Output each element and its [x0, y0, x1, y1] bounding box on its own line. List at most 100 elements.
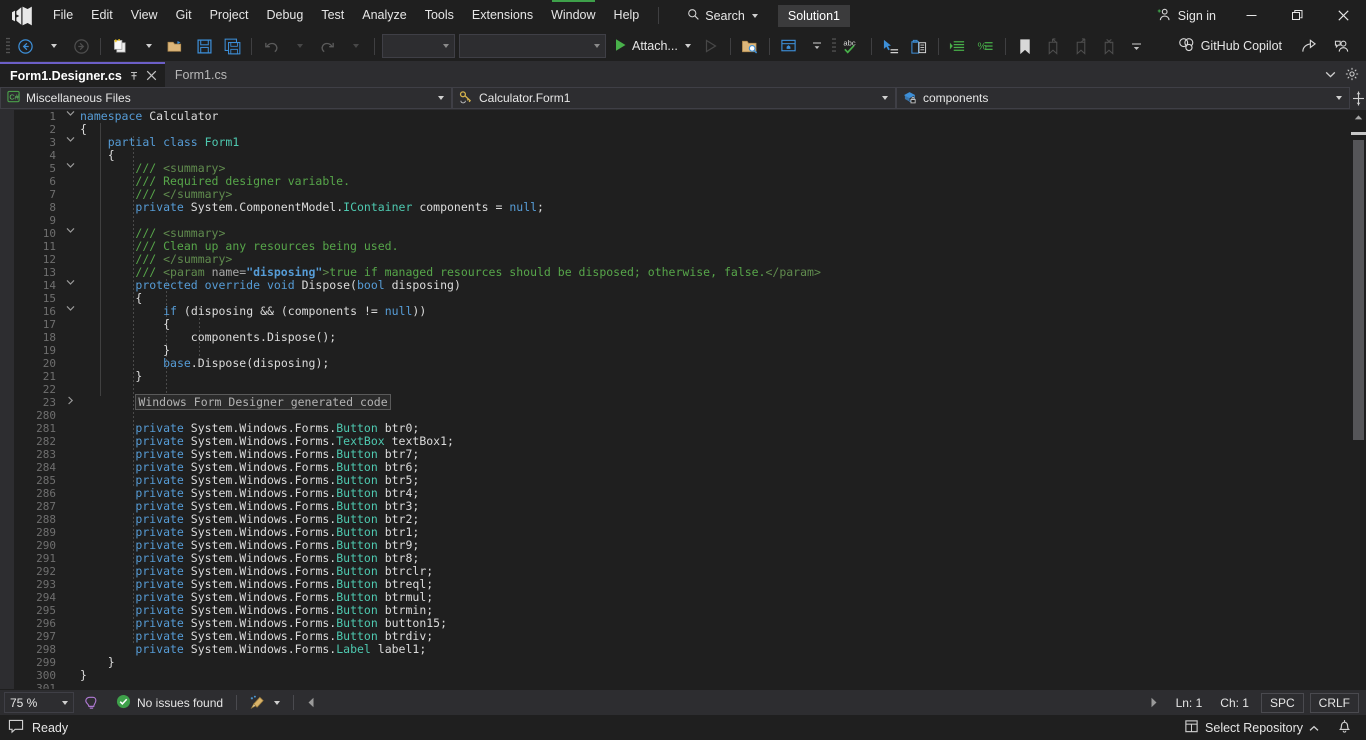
split-editor-button[interactable]: [1350, 87, 1366, 109]
fold-expand-icon[interactable]: [62, 396, 78, 411]
code-line[interactable]: 16 if (disposing && (components != null)…: [14, 305, 1366, 319]
redo-dropdown[interactable]: [341, 34, 369, 58]
search-input[interactable]: Search: [679, 5, 766, 27]
redo-button[interactable]: [313, 34, 341, 58]
menu-item-file[interactable]: File: [44, 0, 82, 31]
editor-vertical-scrollbar[interactable]: [1351, 110, 1366, 689]
window-layout-button[interactable]: [775, 34, 803, 58]
menu-item-window[interactable]: Window: [542, 0, 604, 31]
toggle-bookmark-button[interactable]: [1011, 34, 1039, 58]
platform-combo[interactable]: [459, 34, 606, 58]
menu-item-analyze[interactable]: Analyze: [353, 0, 415, 31]
navigate-forward-button[interactable]: [67, 34, 95, 58]
fold-collapse-icon[interactable]: [62, 162, 78, 175]
code-line[interactable]: 1 namespace Calculator: [14, 110, 1366, 123]
close-button[interactable]: [1320, 0, 1366, 31]
code-line[interactable]: 300}: [14, 669, 1366, 683]
feedback-button[interactable]: [74, 690, 107, 715]
find-in-folder-button[interactable]: [736, 34, 764, 58]
toolbar-grip[interactable]: [4, 36, 11, 56]
window-layout-dropdown[interactable]: [803, 34, 831, 58]
comment-out-button[interactable]: %: [972, 34, 1000, 58]
code-line[interactable]: 14 protected override void Dispose(bool …: [14, 279, 1366, 293]
sign-in-button[interactable]: Sign in: [1145, 0, 1228, 31]
menu-item-project[interactable]: Project: [201, 0, 258, 31]
code-line[interactable]: 18 components.Dispose();: [14, 331, 1366, 345]
code-cleanup-button[interactable]: [241, 690, 289, 715]
close-icon[interactable]: [146, 70, 157, 81]
github-copilot-button[interactable]: GitHub Copilot: [1172, 34, 1288, 58]
column-indicator[interactable]: Ch: 1: [1211, 690, 1258, 715]
notifications-button[interactable]: [1333, 715, 1356, 740]
configuration-combo[interactable]: [382, 34, 455, 58]
fold-collapse-icon[interactable]: [62, 136, 78, 149]
menu-item-tools[interactable]: Tools: [416, 0, 463, 31]
scroll-up-button[interactable]: [1351, 110, 1366, 125]
fold-collapse-icon[interactable]: [62, 110, 78, 123]
previous-bookmark-button[interactable]: [1039, 34, 1067, 58]
navigate-back-dropdown[interactable]: [39, 34, 67, 58]
editor-settings-button[interactable]: [1342, 63, 1362, 85]
increase-indent-button[interactable]: [944, 34, 972, 58]
fold-collapse-icon[interactable]: [62, 305, 78, 318]
attach-debugger-button[interactable]: Attach...: [608, 34, 697, 58]
navbar-member-dropdown[interactable]: components: [896, 87, 1350, 109]
clipboard-button[interactable]: [905, 34, 933, 58]
line-ending-mode[interactable]: CRLF: [1309, 692, 1359, 713]
minimize-button[interactable]: [1228, 0, 1274, 31]
toolbar-overflow-button[interactable]: [1123, 34, 1151, 58]
share-button[interactable]: [1294, 34, 1322, 58]
maximize-button[interactable]: [1274, 0, 1320, 31]
issues-status[interactable]: No issues found: [107, 690, 232, 715]
save-all-button[interactable]: [218, 34, 246, 58]
tab-form1-cs[interactable]: Form1.cs: [164, 62, 235, 87]
toolbar-grip[interactable]: [831, 36, 838, 56]
code-line[interactable]: 298 private System.Windows.Forms.Label l…: [14, 643, 1366, 657]
line-indicator[interactable]: Ln: 1: [1167, 690, 1212, 715]
indentation-mode[interactable]: SPC: [1260, 692, 1304, 713]
code-line[interactable]: 301: [14, 682, 1366, 689]
solution-chip[interactable]: Solution1: [777, 4, 850, 27]
code-line[interactable]: 23 Windows Form Designer generated code: [14, 394, 1366, 411]
step-into-button[interactable]: [697, 34, 725, 58]
new-project-button[interactable]: [106, 34, 134, 58]
nav-pointer-button[interactable]: [877, 34, 905, 58]
new-project-dropdown[interactable]: [134, 34, 162, 58]
navigate-back-button[interactable]: [11, 34, 39, 58]
fold-collapse-icon[interactable]: [62, 279, 78, 292]
scroll-right-button[interactable]: [1141, 690, 1167, 715]
menu-item-extensions[interactable]: Extensions: [463, 0, 542, 31]
menu-item-git[interactable]: Git: [167, 0, 201, 31]
code-text-area[interactable]: 1 namespace Calculator 2 {3 partial class F…: [14, 110, 1366, 689]
code-editor[interactable]: 1 namespace Calculator 2 {3 partial class F…: [0, 110, 1366, 689]
code-line[interactable]: 21 }: [14, 370, 1366, 384]
menu-item-debug[interactable]: Debug: [257, 0, 312, 31]
send-feedback-button[interactable]: [1328, 34, 1356, 58]
select-repository-button[interactable]: Select Repository: [1180, 715, 1323, 740]
clear-bookmarks-button[interactable]: [1095, 34, 1123, 58]
undo-button[interactable]: [257, 34, 285, 58]
tab-list-button[interactable]: [1320, 63, 1340, 85]
zoom-level-combo[interactable]: 75 %: [4, 692, 74, 713]
scrollbar-thumb[interactable]: [1353, 140, 1364, 440]
menu-item-view[interactable]: View: [122, 0, 167, 31]
next-bookmark-button[interactable]: [1067, 34, 1095, 58]
fold-collapse-icon[interactable]: [62, 227, 78, 240]
collapsed-region[interactable]: Windows Form Designer generated code: [135, 394, 391, 410]
tab-form1-designer-cs[interactable]: Form1.Designer.cs: [0, 62, 165, 87]
code-line[interactable]: 20 base.Dispose(disposing);: [14, 357, 1366, 371]
code-line[interactable]: 3 partial class Form1: [14, 136, 1366, 150]
code-line[interactable]: 299 }: [14, 656, 1366, 670]
code-line[interactable]: 8 private System.ComponentModel.IContain…: [14, 201, 1366, 215]
pin-icon[interactable]: [128, 70, 140, 82]
menu-item-help[interactable]: Help: [605, 0, 649, 31]
spellcheck-button[interactable]: abc: [838, 34, 866, 58]
menu-item-test[interactable]: Test: [312, 0, 353, 31]
undo-dropdown[interactable]: [285, 34, 313, 58]
open-file-button[interactable]: [162, 34, 190, 58]
navbar-type-dropdown[interactable]: Calculator.Form1: [452, 87, 896, 109]
menu-item-edit[interactable]: Edit: [82, 0, 122, 31]
scroll-left-button[interactable]: [298, 690, 324, 715]
navbar-project-dropdown[interactable]: C# Miscellaneous Files: [0, 87, 452, 109]
save-button[interactable]: [190, 34, 218, 58]
